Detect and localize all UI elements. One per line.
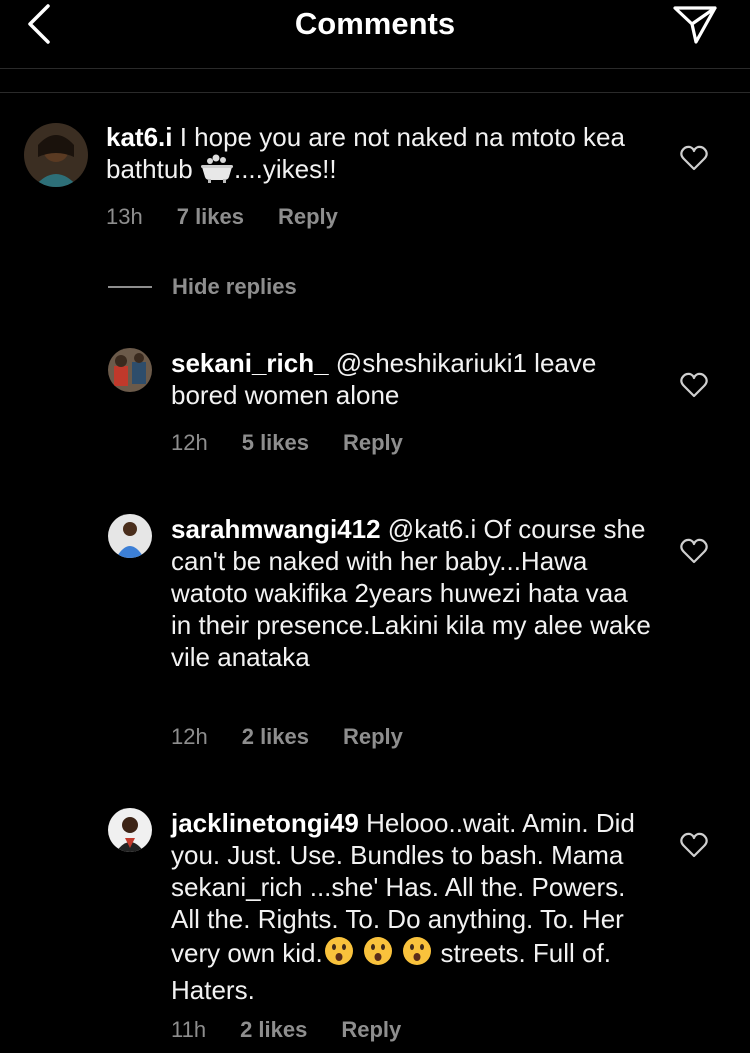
hushed-face-emoji-icon xyxy=(401,935,433,974)
bathtub-emoji-icon xyxy=(200,153,234,190)
avatar[interactable] xyxy=(24,123,88,187)
likes-count[interactable]: 5 likes xyxy=(242,430,309,456)
avatar[interactable] xyxy=(108,808,152,852)
comment-text: kat6.i I hope you are not naked na mtoto… xyxy=(106,121,666,190)
comment-time: 13h xyxy=(106,204,143,229)
header-divider xyxy=(0,68,750,69)
hide-replies-button[interactable]: Hide replies xyxy=(108,274,297,300)
comment-time: 12h xyxy=(171,430,208,455)
comment-username[interactable]: jacklinetongi49 xyxy=(171,808,359,838)
comment-body-end: ....yikes!! xyxy=(233,154,337,184)
comment-username[interactable]: sekani_rich_ xyxy=(171,348,329,378)
likes-count[interactable]: 7 likes xyxy=(177,204,244,230)
reply-button[interactable]: Reply xyxy=(341,1017,401,1043)
caption-divider xyxy=(0,92,750,93)
reply-button[interactable]: Reply xyxy=(278,204,338,230)
comment-time: 12h xyxy=(171,724,208,749)
comment-time: 11h xyxy=(171,1017,207,1042)
comment-text: sarahmwangi412 @kat6.i Of course she can… xyxy=(171,513,651,673)
comment-meta: 13h 7 likes Reply xyxy=(106,204,338,230)
comment-text: jacklinetongi49 Helooo..wait. Amin. Did … xyxy=(171,807,651,1006)
comment-meta: 11h 2 likes Reply xyxy=(171,1017,401,1043)
page-title: Comments xyxy=(294,6,456,41)
heart-icon[interactable] xyxy=(680,538,708,564)
avatar[interactable] xyxy=(108,348,152,392)
hushed-face-emoji-icon xyxy=(323,935,355,974)
heart-icon[interactable] xyxy=(680,145,708,171)
avatar[interactable] xyxy=(108,514,152,558)
comment-username[interactable]: sarahmwangi412 xyxy=(171,514,381,544)
send-direct-icon[interactable] xyxy=(672,2,718,46)
comment-username[interactable]: kat6.i xyxy=(106,122,173,152)
header-bar: Comments xyxy=(0,0,750,68)
hide-replies-line xyxy=(108,286,152,288)
likes-count[interactable]: 2 likes xyxy=(242,724,309,750)
hushed-face-emoji-icon xyxy=(362,935,394,974)
comment-meta: 12h 5 likes Reply xyxy=(171,430,403,456)
hide-replies-label: Hide replies xyxy=(172,274,297,299)
heart-icon[interactable] xyxy=(680,372,708,398)
comment-meta: 12h 2 likes Reply xyxy=(171,724,403,750)
heart-icon[interactable] xyxy=(680,832,708,858)
comment-body: I hope you are not naked na mtoto kea ba… xyxy=(106,122,625,184)
comment-text: sekani_rich_ @sheshikariuki1 leave bored… xyxy=(171,347,651,411)
reply-button[interactable]: Reply xyxy=(343,724,403,750)
reply-button[interactable]: Reply xyxy=(343,430,403,456)
likes-count[interactable]: 2 likes xyxy=(240,1017,307,1043)
